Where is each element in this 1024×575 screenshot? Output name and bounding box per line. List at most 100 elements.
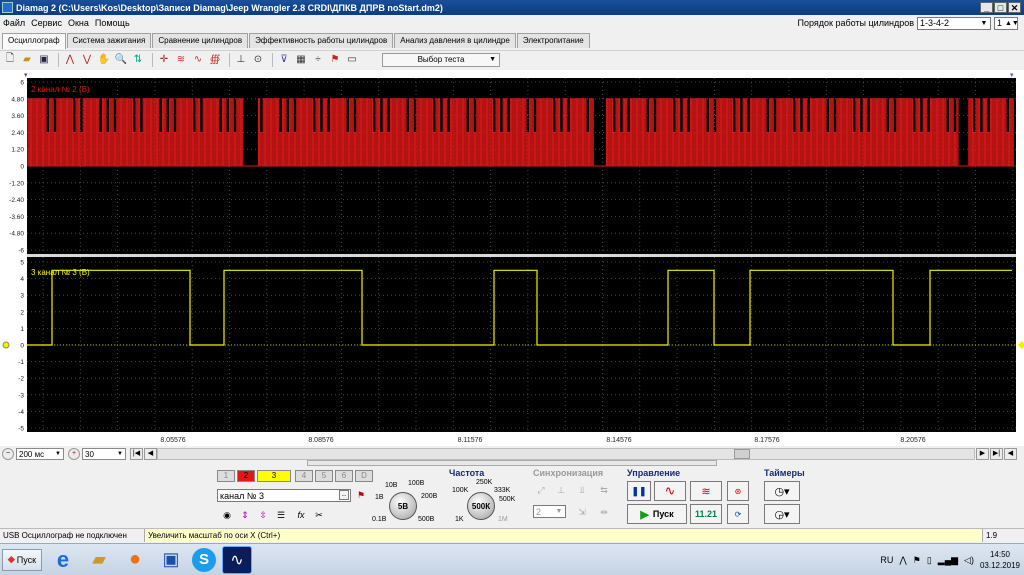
tab-pressure-analysis[interactable]: Анализ давления в цилиндре [394,33,516,48]
battery-icon[interactable]: ▯ [927,555,932,566]
channel-button-6[interactable]: 6 [335,470,353,482]
frequency-knob[interactable]: 500К [467,492,495,520]
invert-icon[interactable]: ⇕ [238,508,252,522]
tools-icon[interactable]: ✂ [312,508,326,522]
volume-icon[interactable]: ◁) [964,555,974,566]
zero-icon[interactable]: ⊙ [251,53,265,67]
clock[interactable]: 14:50 03.12.2019 [980,549,1020,571]
timer-2-button[interactable]: ◶▾ [764,504,800,524]
zoom-icon[interactable]: 🔍 [114,53,128,67]
table-icon[interactable]: ▦ [294,53,308,67]
channel-button-d[interactable]: D [355,470,373,482]
firefox-icon[interactable]: ● [120,546,150,574]
scale-select[interactable]: 30 ▼ [82,448,126,460]
menu-service[interactable]: Сервис [28,18,65,28]
skype-icon[interactable]: S [192,547,216,572]
scroll-left-icon[interactable]: ◀ [144,448,157,460]
average-icon[interactable]: ∰ [208,53,222,67]
oscilloscope-graph[interactable]: ▾ ▾64.803.602.401.200-1.20-2.40-3.60-4.80… [0,70,1024,446]
ie-icon[interactable]: e [48,546,78,574]
ch3-y-tick: 3 [20,293,24,300]
marker-flag-icon[interactable]: ⚑ [328,53,342,67]
tray-expand-icon[interactable]: ⋀ [899,555,906,566]
signal-icon[interactable]: ▂▄▆ [938,555,958,566]
menu-help[interactable]: Помощь [92,18,133,28]
scrollbar-thumb[interactable] [734,449,750,459]
save-icon[interactable]: ▣ [37,53,51,67]
sync-rise-icon[interactable]: ⤢ [533,483,549,497]
page-icon[interactable]: ▭ [345,53,359,67]
auto-play-button[interactable]: ⟳ [727,504,749,524]
diamag-app-icon[interactable]: ∿ [222,545,252,574]
menu-windows[interactable]: Окна [65,18,92,28]
marker-a-icon[interactable]: ⋀ [63,53,77,67]
eye-icon[interactable]: ◉ [220,508,234,522]
noise-wave-button[interactable]: ≋ [690,481,722,501]
timer-1-button[interactable]: ◷▾ [764,481,800,501]
auto-mode-button[interactable]: ⊛ [727,481,749,501]
cyl-index-spinner[interactable]: 1 ▲▼ [994,16,1019,30]
cursor-cross-icon[interactable]: ✛ [157,53,171,67]
channel-button-5[interactable]: 5 [315,470,333,482]
channel-button-3[interactable]: 3 [257,470,291,482]
overlay-icon[interactable]: ≋ [174,53,188,67]
zoom-in-icon[interactable]: + [68,448,80,460]
sine-wave-button[interactable]: ∿ [654,481,686,501]
fit-icon[interactable]: ⇅ [131,53,145,67]
lines-icon[interactable]: ☰ [274,508,288,522]
frequency-knob-value: 500К [471,501,491,511]
measure-icon[interactable]: ⊥ [234,53,248,67]
test-select[interactable]: Выбор теста ▼ [382,52,500,67]
filter-icon[interactable]: ⊽ [277,53,291,67]
channel-button-4[interactable]: 4 [295,470,313,482]
start-button-taskbar[interactable]: ◆ Пуск [2,548,42,571]
hand-pan-icon[interactable]: ✋ [97,53,111,67]
menu-arrow-icon[interactable]: ◀ [1004,448,1017,460]
tab-ignition[interactable]: Система зажигания [66,33,152,48]
zoom-out-icon[interactable]: − [2,448,14,460]
tab-cylinder-compare[interactable]: Сравнение цилиндров [152,33,249,48]
maximize-button[interactable]: □ [994,2,1007,13]
timebase-row: − 200 мс ▼ + 30 ▼ |◀ ◀ ▶ ▶| ◀ [0,447,1024,461]
close-button[interactable]: ✕ [1008,2,1021,13]
sync-spread-icon[interactable]: ⇹ [596,505,612,519]
menu-file[interactable]: Файл [0,18,28,28]
oscilloscope-area[interactable]: ▾ ▾ 6 4.80 3.60 2.40 1.20 0 -1.20 -2.40 -3.60 -4.80… [0,70,1024,446]
zoom-range-bar[interactable] [307,460,717,466]
flag-icon[interactable]: ⚑ [913,555,921,566]
sync-auto-icon[interactable]: ⇆ [596,483,612,497]
explorer-icon[interactable]: ▰ [84,546,114,574]
pause-button[interactable]: ❚❚ [627,481,651,501]
floppy-app-icon[interactable]: ▣ [156,546,186,574]
sync-level-icon[interactable]: ⫫ [574,483,590,497]
end-marker: ▾ [1010,72,1014,79]
offset-icon[interactable]: ⇳ [256,508,270,522]
channel-button-1[interactable]: 1 [217,470,235,482]
divide-icon[interactable]: ÷ [311,53,325,67]
sync-edge-icon[interactable]: ⊥ [553,483,569,497]
marker-b-icon[interactable]: ⋁ [80,53,94,67]
timebase-select[interactable]: 200 мс ▼ [16,448,64,460]
go-start-icon[interactable]: |◀ [130,448,143,460]
volt-knob[interactable]: 5В [389,492,417,520]
sync-channel-select[interactable]: 2 ▼ [533,505,566,518]
tab-oscilloscope[interactable]: Осциллограф [2,33,66,49]
channel-name-field[interactable]: канал № 3 [217,489,351,502]
scroll-right-icon[interactable]: ▶ [976,448,989,460]
probe-icon[interactable]: ⚑ [353,487,369,503]
spectrum-icon[interactable]: ∿ [191,53,205,67]
tab-cylinder-efficiency[interactable]: Эффективность работы цилиндров [249,33,394,48]
open-folder-icon[interactable]: ▰ [20,53,34,67]
horizontal-scrollbar[interactable] [157,448,975,460]
more-icon[interactable]: ... [339,490,349,500]
channel-button-2[interactable]: 2 [237,470,255,482]
language-indicator[interactable]: RU [880,555,893,565]
cyl-order-select[interactable]: 1-3-4-2 ▼ [917,16,991,30]
new-file-icon[interactable]: 🗋 [3,53,17,67]
go-end-icon[interactable]: ▶| [990,448,1003,460]
sync-mode-icon[interactable]: ⇲ [574,505,590,519]
function-icon[interactable]: fx [294,508,308,522]
minimize-button[interactable]: _ [980,2,993,13]
start-button[interactable]: ▶ Пуск [627,504,687,524]
tab-power[interactable]: Электропитание [516,33,590,48]
